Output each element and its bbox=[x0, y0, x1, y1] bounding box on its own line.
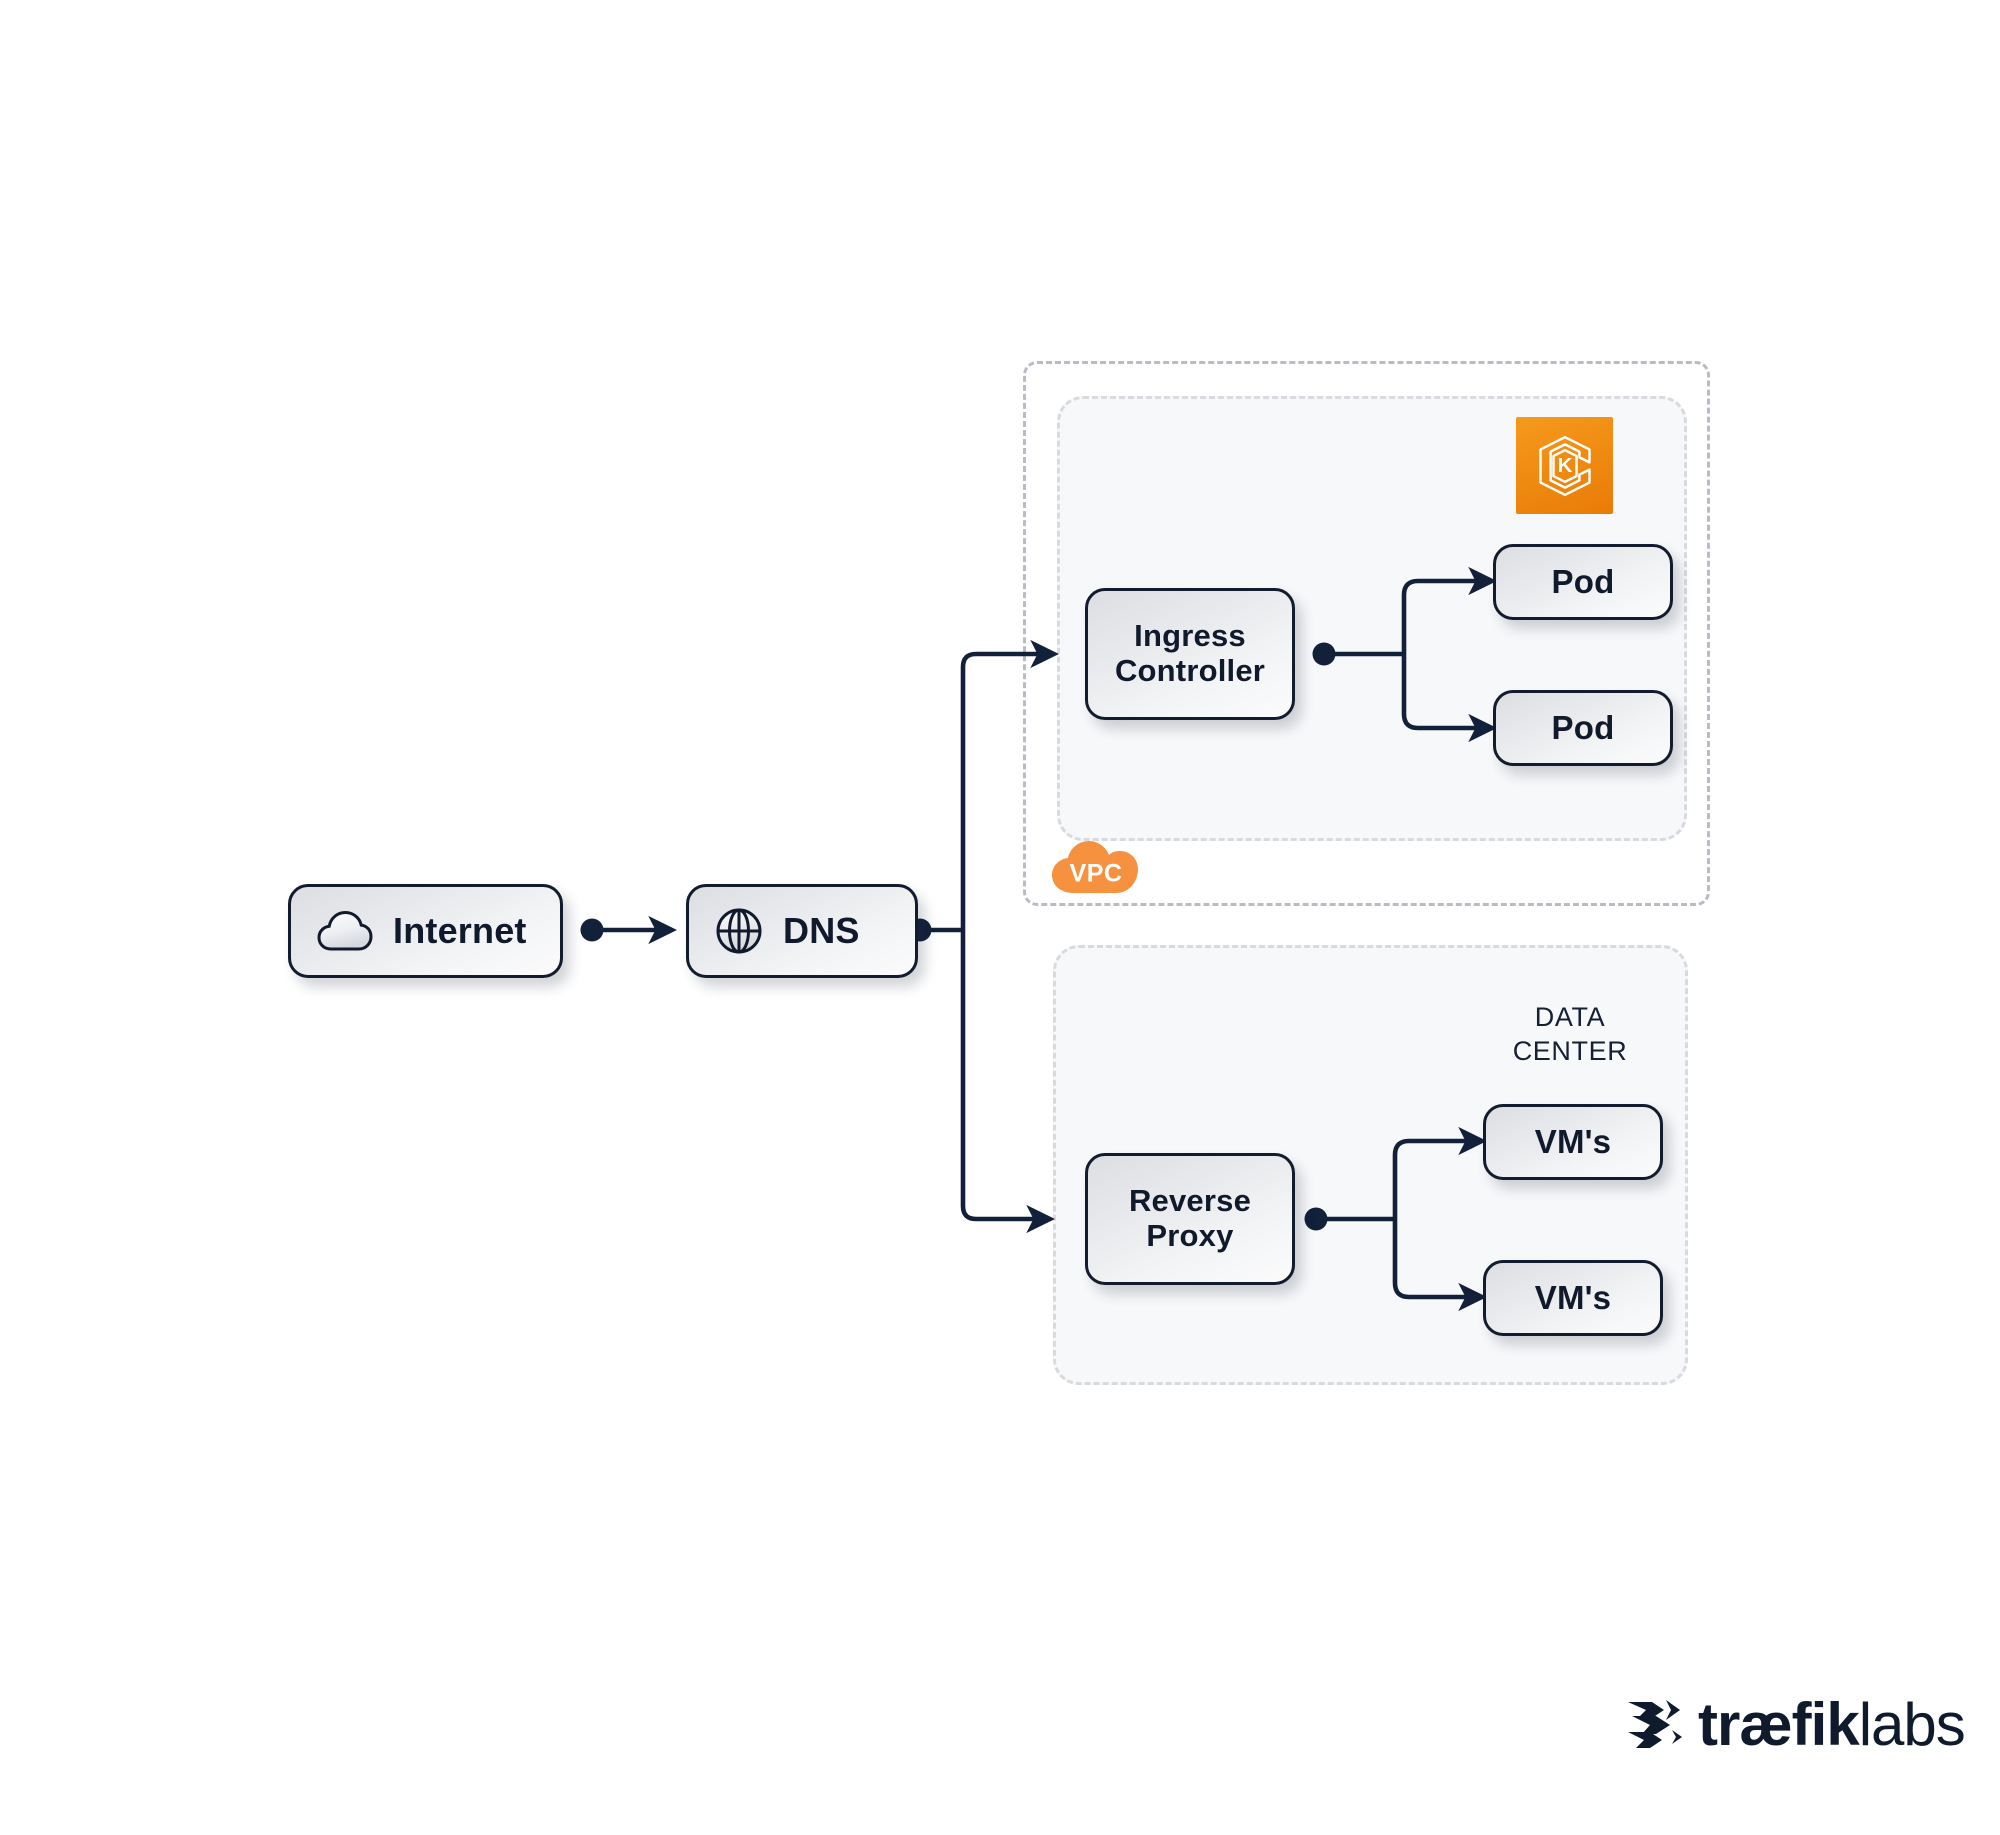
kubernetes-eks-icon: K bbox=[1516, 417, 1613, 514]
diagram-canvas: K VPC DATA CENTER Internet DNS Ingress C… bbox=[0, 0, 2000, 1835]
node-pod-bottom-label: Pod bbox=[1551, 708, 1615, 746]
traefik-labs-wordmark: træfiklabs bbox=[1698, 1695, 1966, 1755]
brand-name-bold: træfik bbox=[1698, 1691, 1860, 1758]
node-ingress-controller[interactable]: Ingress Controller bbox=[1085, 588, 1295, 720]
globe-icon bbox=[715, 907, 763, 955]
vpc-badge: VPC bbox=[1050, 838, 1142, 900]
cloud-icon bbox=[317, 910, 373, 952]
brand-name-light: labs bbox=[1858, 1691, 1966, 1758]
node-ingress-controller-label: Ingress Controller bbox=[1114, 618, 1266, 688]
datacenter-caption: DATA CENTER bbox=[1512, 1002, 1628, 1067]
node-vm-top-label: VM's bbox=[1534, 1122, 1612, 1160]
cloud-icon bbox=[1052, 841, 1138, 893]
traefik-labs-logo: træfiklabs bbox=[1622, 1695, 1966, 1755]
traefik-chevron-logo-icon bbox=[1622, 1696, 1684, 1754]
wire-dns-to-reverse-proxy bbox=[960, 930, 1055, 1234]
node-vm-bottom[interactable]: VM's bbox=[1483, 1260, 1663, 1336]
svg-text:K: K bbox=[1557, 454, 1572, 476]
node-internet[interactable]: Internet bbox=[288, 884, 563, 978]
node-dns-label: DNS bbox=[783, 909, 860, 951]
node-pod-top[interactable]: Pod bbox=[1493, 544, 1673, 620]
node-dns[interactable]: DNS bbox=[686, 884, 918, 978]
wire-dot-internet bbox=[580, 918, 604, 942]
node-reverse-proxy-label: Reverse Proxy bbox=[1128, 1183, 1252, 1253]
node-vm-bottom-label: VM's bbox=[1534, 1278, 1612, 1316]
node-pod-top-label: Pod bbox=[1551, 562, 1615, 600]
node-vm-top[interactable]: VM's bbox=[1483, 1104, 1663, 1180]
node-internet-label: Internet bbox=[393, 909, 527, 951]
node-reverse-proxy[interactable]: Reverse Proxy bbox=[1085, 1153, 1295, 1285]
node-pod-bottom[interactable]: Pod bbox=[1493, 690, 1673, 766]
